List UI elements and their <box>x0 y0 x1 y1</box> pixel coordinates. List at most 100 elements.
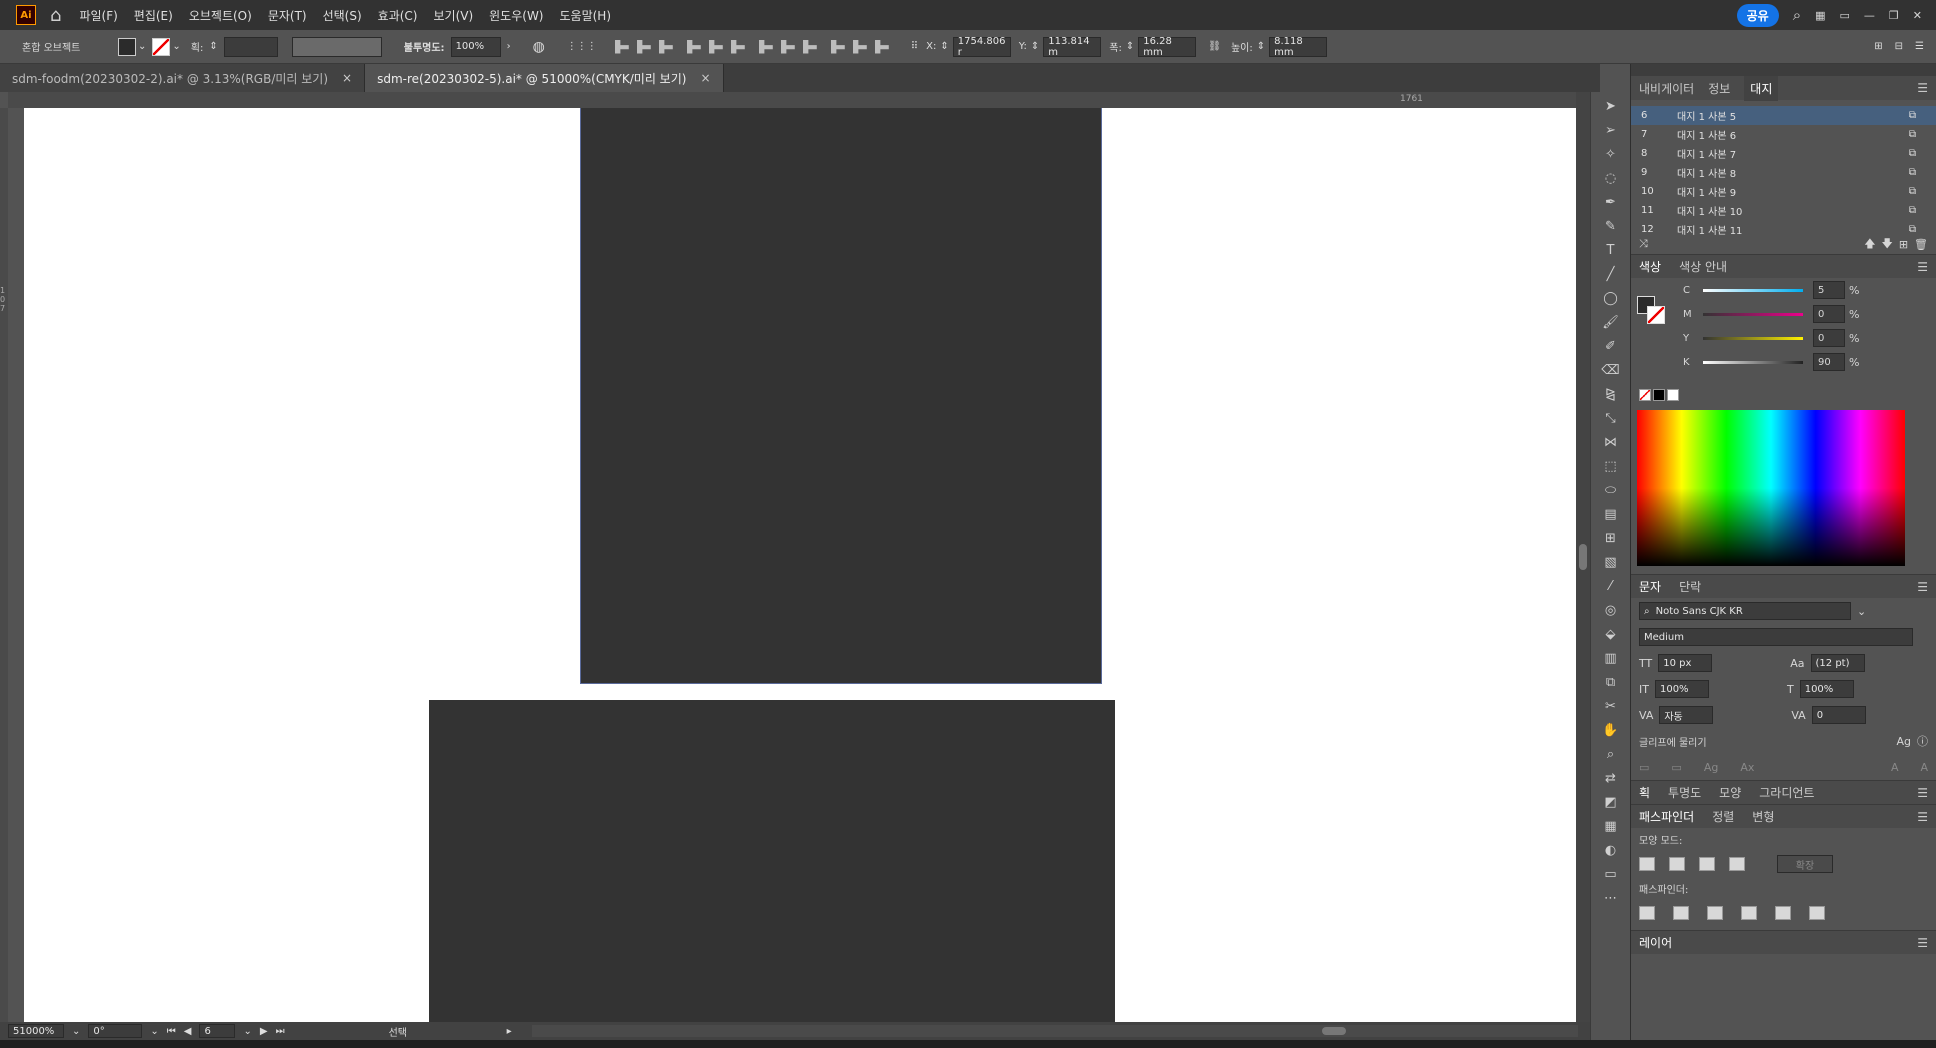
menu-icon[interactable]: ☰ <box>1917 260 1928 274</box>
screen-mode-icon[interactable]: ▭ <box>1601 864 1621 884</box>
tab-stroke[interactable]: 획 <box>1639 784 1650 801</box>
snap-baseline-icon[interactable]: ▭ <box>1639 761 1649 774</box>
minimize-icon[interactable]: — <box>1864 9 1875 22</box>
artboard-options-icon[interactable]: ⧉ <box>1909 186 1916 197</box>
x-position-input[interactable]: 1754.806 r <box>952 36 1011 58</box>
chevron-down-icon[interactable]: ⌄ <box>72 1026 80 1037</box>
close-icon[interactable]: × <box>342 71 352 85</box>
horizontal-ruler[interactable]: 1761 <box>8 92 1584 108</box>
chevron-right-icon[interactable]: ▸ <box>507 1026 512 1037</box>
vertical-ruler[interactable]: 107 <box>0 108 8 1022</box>
menu-icon[interactable]: ☰ <box>1917 786 1928 800</box>
tab-color-guide[interactable]: 색상 안내 <box>1679 258 1727 275</box>
next-artboard-icon[interactable]: ▶ <box>260 1026 268 1037</box>
menu-icon[interactable]: ☰ <box>1915 41 1924 52</box>
recolor-icon[interactable]: ◍ <box>533 39 545 55</box>
tab-info[interactable]: 정보 <box>1708 80 1730 97</box>
rotation-select[interactable]: 0° <box>88 1024 143 1038</box>
stepper-icon[interactable]: ⇕ <box>1126 41 1134 52</box>
reflect-icon[interactable]: ⧎ <box>1601 384 1621 404</box>
restore-icon[interactable]: ❐ <box>1889 9 1899 22</box>
arrange-icon[interactable]: ▭ <box>1840 9 1850 22</box>
new-artboard-icon[interactable]: ⊞ <box>1899 238 1908 251</box>
align-left-icon[interactable] <box>614 39 629 54</box>
outline-icon[interactable] <box>1775 906 1791 920</box>
align-center-icon[interactable] <box>636 39 651 54</box>
align-to-icon[interactable]: ⋮⋮⋮ <box>567 41 597 52</box>
opacity-input[interactable]: 100% <box>450 36 501 57</box>
zoom-select[interactable]: 51000% <box>8 1024 64 1038</box>
minus-front-icon[interactable] <box>1669 857 1685 871</box>
slider-track[interactable] <box>1703 288 1803 292</box>
font-family-select[interactable]: ⌕ Noto Sans CJK KR <box>1639 602 1851 620</box>
artboard-row[interactable]: 9 대지 1 사본 8 ⧉ <box>1631 163 1936 182</box>
menu-help[interactable]: 도움말(H) <box>560 7 612 24</box>
draw-mode-icon[interactable]: ◐ <box>1601 840 1621 860</box>
last-artboard-icon[interactable]: ⏭ <box>276 1026 285 1037</box>
chevron-down-icon[interactable]: ⌄ <box>172 41 180 52</box>
chevron-down-icon[interactable]: ⌄ <box>150 1026 158 1037</box>
vertical-scrollbar[interactable] <box>1576 92 1590 1022</box>
first-artboard-icon[interactable]: ⏮ <box>167 1026 176 1037</box>
stroke-swatch[interactable] <box>152 37 171 56</box>
trim-icon[interactable] <box>1673 906 1689 920</box>
menu-type[interactable]: 문자(T) <box>268 7 307 24</box>
search-icon[interactable]: ⌕ <box>1793 6 1801 24</box>
magenta-slider[interactable]: M 0% <box>1631 302 1936 326</box>
stepper-icon[interactable]: ⇕ <box>940 41 948 52</box>
home-icon[interactable]: ⌂ <box>50 5 61 26</box>
magic-wand-icon[interactable]: ✧ <box>1601 144 1621 164</box>
info-icon[interactable]: ⓘ <box>1917 733 1928 749</box>
vertical-scale-input[interactable]: 100% <box>1654 680 1709 698</box>
artboard-options-icon[interactable]: ⧉ <box>1909 224 1916 235</box>
eraser-icon[interactable]: ⌫ <box>1601 360 1621 380</box>
tracking-input[interactable]: 0 <box>1811 706 1866 724</box>
menu-icon[interactable]: ☰ <box>1917 580 1928 594</box>
minus-back-icon[interactable] <box>1809 906 1825 920</box>
swap-colors-icon[interactable]: ⇄ <box>1601 768 1621 788</box>
tab-gradient[interactable]: 그라디언트 <box>1759 784 1814 801</box>
artboard-row[interactable]: 8 대지 1 사본 7 ⧉ <box>1631 144 1936 163</box>
yellow-slider[interactable]: Y 0% <box>1631 326 1936 350</box>
type-tool-icon[interactable]: T <box>1601 240 1621 260</box>
tab-navigator[interactable]: 내비게이터 <box>1639 80 1694 97</box>
menu-icon[interactable]: ☰ <box>1917 936 1928 950</box>
scroll-thumb[interactable] <box>1321 1027 1346 1035</box>
height-input[interactable]: 8.118 mm <box>1269 36 1328 58</box>
horizontal-scale-input[interactable]: 100% <box>1799 680 1854 698</box>
scale-tool-icon[interactable]: ⤡ <box>1601 408 1621 428</box>
divide-icon[interactable] <box>1639 906 1655 920</box>
artboard-options-icon[interactable]: ⧉ <box>1909 129 1916 140</box>
link-icon[interactable]: ⛓ <box>1208 41 1221 52</box>
graph-tool-icon[interactable]: ▥ <box>1601 648 1621 668</box>
artboard-canvas[interactable] <box>24 108 1576 1022</box>
tab-layers[interactable]: 레이어 <box>1639 934 1672 951</box>
tab-artboards[interactable]: 대지 <box>1744 75 1779 101</box>
tab-transparency[interactable]: 투명도 <box>1668 784 1701 801</box>
zoom-tool-icon[interactable]: ⌕ <box>1601 744 1621 764</box>
menu-view[interactable]: 보기(V) <box>433 7 473 24</box>
dark-rectangle-top[interactable] <box>580 108 1102 684</box>
hand-tool-icon[interactable]: ✋ <box>1601 720 1621 740</box>
distribute-middle-icon[interactable] <box>780 39 795 54</box>
font-size-input[interactable]: 10 px <box>1658 654 1713 672</box>
artboard-options-icon[interactable]: ⧉ <box>1909 148 1916 159</box>
width-input[interactable]: 16.28 mm <box>1138 36 1197 58</box>
menu-effect[interactable]: 효과(C) <box>378 7 418 24</box>
chevron-down-icon[interactable]: ⌄ <box>138 41 146 52</box>
tab-document-1[interactable]: sdm-foodm(20230302-2).ai* @ 3.13%(RGB/미리… <box>0 64 366 92</box>
align-top-icon[interactable] <box>686 39 701 54</box>
menu-window[interactable]: 윈도우(W) <box>489 7 543 24</box>
menu-object[interactable]: 오브젝트(O) <box>189 7 252 24</box>
status-mode[interactable]: 선택 <box>389 1024 499 1039</box>
artboard-options-icon[interactable]: ⧉ <box>1909 110 1916 121</box>
menu-select[interactable]: 선택(S) <box>323 7 362 24</box>
trash-icon[interactable]: 🗑 <box>1914 238 1928 251</box>
black-swatch[interactable] <box>1653 389 1665 401</box>
font-style-select[interactable]: Medium <box>1639 628 1913 646</box>
rearrange-icon[interactable]: ⤨ <box>1639 237 1648 251</box>
shape-builder-icon[interactable]: ⬭ <box>1601 480 1621 500</box>
cyan-input[interactable]: 5 <box>1813 281 1845 299</box>
snap-angular-icon[interactable]: A <box>1891 761 1899 774</box>
exclude-icon[interactable] <box>1729 857 1745 871</box>
